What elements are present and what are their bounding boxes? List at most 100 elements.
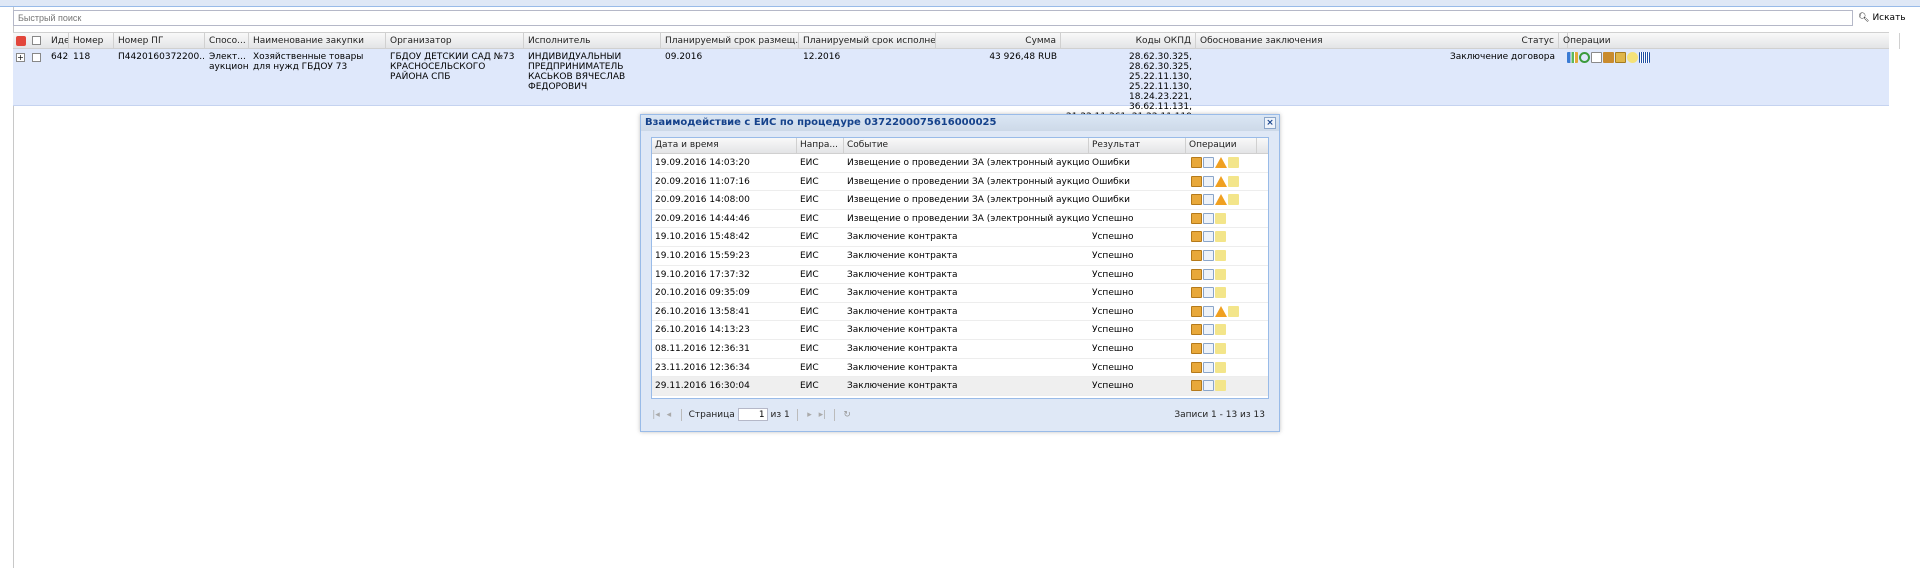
table-row[interactable]: 08.11.2016 12:36:31 ЕИС Заключение контрак…: [652, 340, 1268, 359]
document-icon[interactable]: [1203, 324, 1214, 336]
search-button[interactable]: 🔍︎ Искать: [1855, 10, 1907, 26]
cell-direction: ЕИС: [800, 306, 819, 317]
warning-icon[interactable]: [1215, 157, 1227, 168]
table-row[interactable]: 20.10.2016 09:35:09 ЕИС Заключение контрак…: [652, 284, 1268, 303]
chart-icon[interactable]: [1567, 52, 1578, 63]
cell-direction: ЕИС: [800, 195, 819, 206]
select-all-checkbox[interactable]: [32, 36, 41, 45]
note-icon[interactable]: [1215, 324, 1226, 336]
last-page-icon[interactable]: ▸|: [817, 405, 827, 425]
package-icon[interactable]: [1191, 287, 1202, 299]
note-icon[interactable]: [1215, 268, 1226, 280]
archive-icon[interactable]: [1615, 52, 1626, 63]
note-icon[interactable]: [1228, 175, 1239, 187]
table-row[interactable]: 26.10.2016 13:58:41 ЕИС Заключение контрак…: [652, 303, 1268, 322]
col-name[interactable]: Наименование закупки: [249, 33, 386, 49]
col-status[interactable]: Статус: [1196, 33, 1559, 49]
col-plan-exec[interactable]: Планируемый срок исполне...: [799, 33, 936, 49]
package-icon[interactable]: [1191, 305, 1202, 317]
table-row[interactable]: 19.10.2016 17:37:32 ЕИС Заключение контрак…: [652, 266, 1268, 285]
expand-row-icon[interactable]: +: [16, 53, 25, 62]
col-result[interactable]: Результат: [1089, 138, 1186, 153]
col-okpd[interactable]: Коды ОКПД: [1061, 33, 1196, 49]
warning-icon[interactable]: [1215, 194, 1227, 206]
cell-executor: ИНДИВИДУАЛЬНЫЙ ПРЕДПРИНИМАТЕЛЬ КАСЬКОВ В…: [528, 52, 626, 92]
document-icon[interactable]: [1203, 175, 1214, 187]
table-row[interactable]: 20.09.2016 14:44:46 ЕИС Извещение о провед…: [652, 210, 1268, 229]
package-icon[interactable]: [1191, 212, 1202, 224]
package-icon[interactable]: [1191, 157, 1202, 168]
gift-icon[interactable]: [1603, 52, 1614, 63]
refresh-icon[interactable]: ↻: [842, 405, 852, 425]
prev-page-icon[interactable]: ◂: [664, 405, 674, 425]
document-icon[interactable]: [1203, 361, 1214, 373]
document-icon[interactable]: [1203, 249, 1214, 261]
page-input[interactable]: [737, 408, 768, 421]
package-icon[interactable]: [1191, 249, 1202, 261]
table-row[interactable]: 20.09.2016 14:08:00 ЕИС Извещение о провед…: [652, 191, 1268, 210]
note-icon[interactable]: [1215, 249, 1226, 261]
document-icon[interactable]: [1203, 268, 1214, 280]
document-icon[interactable]: [1203, 212, 1214, 224]
note-icon[interactable]: [1228, 157, 1239, 168]
col-sum[interactable]: Сумма: [936, 33, 1061, 49]
package-icon[interactable]: [1191, 175, 1202, 187]
document-icon[interactable]: [1203, 157, 1214, 168]
search-input[interactable]: [13, 10, 1853, 26]
col-event[interactable]: Событие: [844, 138, 1089, 153]
col-datetime[interactable]: Дата и время: [652, 138, 797, 153]
col-organizer[interactable]: Организатор: [386, 33, 524, 49]
document-icon[interactable]: [1203, 305, 1214, 317]
note-icon[interactable]: [1215, 231, 1226, 243]
note-icon[interactable]: [1215, 380, 1226, 392]
warning-icon[interactable]: [1215, 305, 1227, 317]
col-pg-number[interactable]: Номер ПГ: [114, 33, 205, 49]
package-icon[interactable]: [1191, 342, 1202, 354]
note-icon[interactable]: [1215, 287, 1226, 299]
note-icon[interactable]: [1215, 342, 1226, 354]
package-icon[interactable]: [1191, 380, 1202, 392]
table-row[interactable]: 19.10.2016 15:59:23 ЕИС Заключение контрак…: [652, 247, 1268, 266]
note-icon[interactable]: [1215, 212, 1226, 224]
package-icon[interactable]: [1191, 194, 1202, 206]
close-icon[interactable]: ×: [1264, 117, 1276, 129]
warning-icon[interactable]: [1215, 175, 1227, 187]
note-icon[interactable]: [1215, 361, 1226, 373]
table-row[interactable]: 26.10.2016 14:13:23 ЕИС Заключение контрак…: [652, 321, 1268, 340]
col-method[interactable]: Спосо...: [205, 33, 249, 49]
package-icon[interactable]: [1191, 361, 1202, 373]
table-row[interactable]: 19.10.2016 15:48:42 ЕИС Заключение контрак…: [652, 228, 1268, 247]
note-icon[interactable]: [1228, 194, 1239, 206]
row-checkbox[interactable]: [32, 53, 41, 62]
cell-datetime: 20.09.2016 11:07:16: [655, 176, 750, 187]
col-number[interactable]: Номер: [69, 33, 114, 49]
col-plan-place[interactable]: Планируемый срок размещ...: [661, 33, 799, 49]
cell-event: Заключение контракта: [847, 381, 958, 392]
next-page-icon[interactable]: ▸: [805, 405, 815, 425]
first-page-icon[interactable]: |◂: [651, 405, 661, 425]
cell-result: Ошибки: [1092, 195, 1131, 206]
document-icon[interactable]: [1203, 231, 1214, 243]
document-icon[interactable]: [1203, 194, 1214, 206]
col-direction[interactable]: Напра...: [797, 138, 844, 153]
document-icon[interactable]: [1203, 380, 1214, 392]
table-row[interactable]: 29.11.2016 16:30:04 ЕИС Заключение контрак…: [652, 377, 1268, 396]
star-icon[interactable]: [1627, 52, 1638, 63]
window-title[interactable]: Взаимодействие с ЕИС по процедуре 037220…: [641, 115, 1279, 131]
package-icon[interactable]: [1191, 231, 1202, 243]
col-executor[interactable]: Исполнитель: [524, 33, 661, 49]
col-id[interactable]: Иде: [47, 33, 69, 49]
table-row[interactable]: 20.09.2016 11:07:16 ЕИС Извещение о провед…: [652, 173, 1268, 192]
document-icon[interactable]: [1203, 342, 1214, 354]
barcode-icon[interactable]: [1639, 52, 1650, 63]
table-row[interactable]: 19.09.2016 14:03:20 ЕИС Извещение о провед…: [652, 154, 1268, 173]
package-icon[interactable]: [1191, 324, 1202, 336]
table-row[interactable]: 23.11.2016 12:36:34 ЕИС Заключение контрак…: [652, 359, 1268, 378]
package-icon[interactable]: [1191, 268, 1202, 280]
document-icon[interactable]: [1203, 287, 1214, 299]
clear-filter-icon[interactable]: [16, 36, 26, 46]
refresh-icon[interactable]: [1579, 52, 1590, 63]
table-row[interactable]: + 642( 118 П4420160372200... Элект... ау…: [13, 49, 1889, 122]
document-icon[interactable]: [1591, 52, 1602, 63]
note-icon[interactable]: [1228, 305, 1239, 317]
